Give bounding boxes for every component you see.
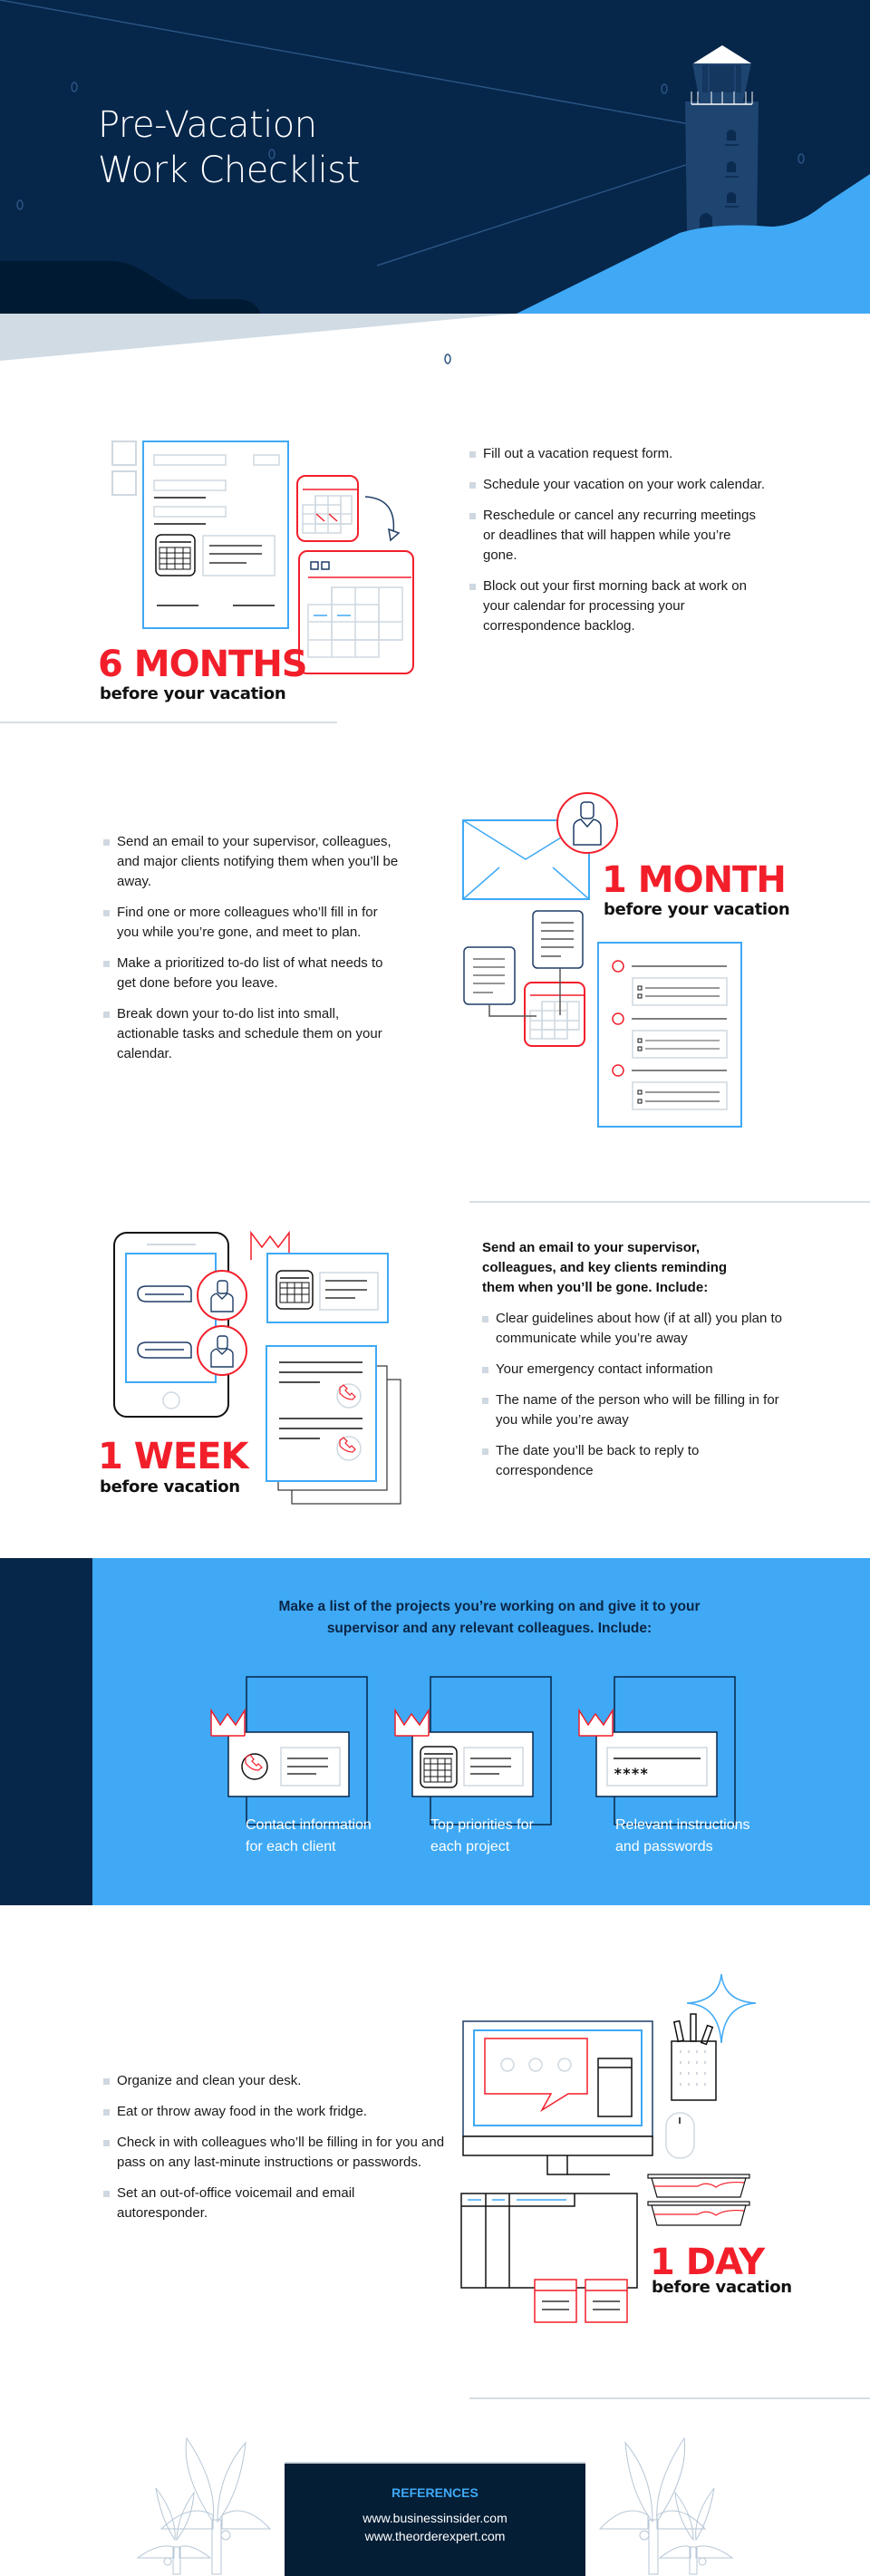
projects-section: Make a list of the projects you’re worki… — [0, 1558, 870, 1905]
list-item: Break down your to-do list into small, a… — [103, 1004, 402, 1064]
list-item: Check in with colleagues who’ll be filli… — [103, 2133, 448, 2173]
list-item: Find one or more colleagues who’ll fill … — [103, 903, 402, 943]
person-avatar-icon — [556, 792, 618, 854]
reference-link[interactable]: www.theorderexpert.com — [285, 2527, 585, 2545]
password-mask: **** — [614, 1765, 649, 1782]
six-months-heading: 6 MONTHS — [98, 644, 308, 685]
one-month-heading: 1 MONTH — [602, 859, 787, 901]
one-week-heading: 1 WEEK — [98, 1436, 249, 1477]
contact-card — [210, 1676, 368, 1825]
one-week-subtitle: before vacation — [100, 1477, 240, 1496]
one-day-list: Organize and clean your desk. Eat or thr… — [103, 2071, 448, 2234]
priorities-card-caption: Top priorities for each project — [430, 1817, 534, 1855]
email-todo-illustration — [462, 792, 742, 1128]
password-card-caption: Relevant instructions and passwords — [615, 1817, 750, 1855]
mouse-icon — [665, 2112, 695, 2159]
one-week-list: Clear guidelines about how (if at all) y… — [482, 1309, 799, 1492]
section-divider — [469, 1201, 870, 1203]
list-item: Clear guidelines about how (if at all) y… — [482, 1309, 799, 1349]
header-banner: Pre-Vacation Work Checklist — [0, 0, 870, 457]
pencil-cup-icon — [671, 2013, 717, 2101]
one-week-lead: Send an email to your supervisor, collea… — [482, 1240, 728, 1295]
six-months-subtitle: before your vacation — [100, 684, 286, 703]
monitor-icon — [462, 2020, 653, 2175]
password-card: **** — [578, 1676, 736, 1825]
lighthouse-icon — [685, 45, 759, 233]
reference-link[interactable]: www.businessinsider.com — [285, 2509, 585, 2527]
list-item: Organize and clean your desk. — [103, 2071, 448, 2091]
list-item: Block out your first morning back at wor… — [469, 576, 768, 636]
projects-lead: Make a list of the projects you’re worki… — [278, 1599, 701, 1636]
sparkle-icon — [686, 1973, 757, 2044]
priorities-card — [394, 1676, 552, 1825]
person-avatar-icon — [197, 1325, 247, 1376]
page-title-line2: Work Checklist — [98, 150, 360, 191]
person-avatar-icon — [197, 1270, 247, 1321]
page-title-line1: Pre-Vacation — [98, 104, 317, 146]
contact-card-caption: Contact information for each client — [246, 1817, 372, 1855]
list-item: Make a prioritized to-do list of what ne… — [103, 954, 402, 993]
one-day-subtitle: before vacation — [652, 2278, 792, 2297]
palm-trees-right — [598, 2436, 734, 2575]
six-months-list: Fill out a vacation request form. Schedu… — [469, 444, 768, 647]
contact-documents — [266, 1345, 401, 1505]
list-item: The name of the person who will be filli… — [482, 1390, 799, 1430]
list-item: Schedule your vacation on your work cale… — [469, 475, 768, 495]
list-item: Set an out-of-office voicemail and email… — [103, 2184, 448, 2223]
page-title: Pre-Vacation Work Checklist — [98, 102, 360, 193]
list-item: Eat or throw away food in the work fridg… — [103, 2102, 448, 2122]
food-containers-icon — [647, 2174, 750, 2226]
checklist-document — [597, 942, 742, 1128]
list-item: Your emergency contact information — [482, 1360, 799, 1380]
list-item: Send an email to your supervisor, collea… — [103, 832, 402, 892]
section-divider — [0, 721, 337, 723]
desk-drawers-icon — [460, 2193, 638, 2289]
list-item: The date you’ll be back to reply to corr… — [482, 1441, 799, 1481]
references-title: REFERENCES — [392, 2485, 478, 2500]
form-calendar-illustration — [111, 441, 414, 674]
list-item: Reschedule or cancel any recurring meeti… — [469, 506, 768, 566]
references-box: REFERENCES www.businessinsider.com www.t… — [285, 2462, 585, 2576]
list-item: Fill out a vacation request form. — [469, 444, 768, 464]
section-divider — [469, 2397, 870, 2399]
phone-icon — [113, 1232, 229, 1418]
one-month-list: Send an email to your supervisor, collea… — [103, 832, 402, 1075]
palm-trees-left — [136, 2436, 272, 2575]
one-day-heading: 1 DAY — [650, 2242, 765, 2283]
projects-side-strip — [0, 1558, 92, 1905]
priority-card — [250, 1230, 389, 1323]
one-month-subtitle: before your vacation — [604, 900, 790, 919]
